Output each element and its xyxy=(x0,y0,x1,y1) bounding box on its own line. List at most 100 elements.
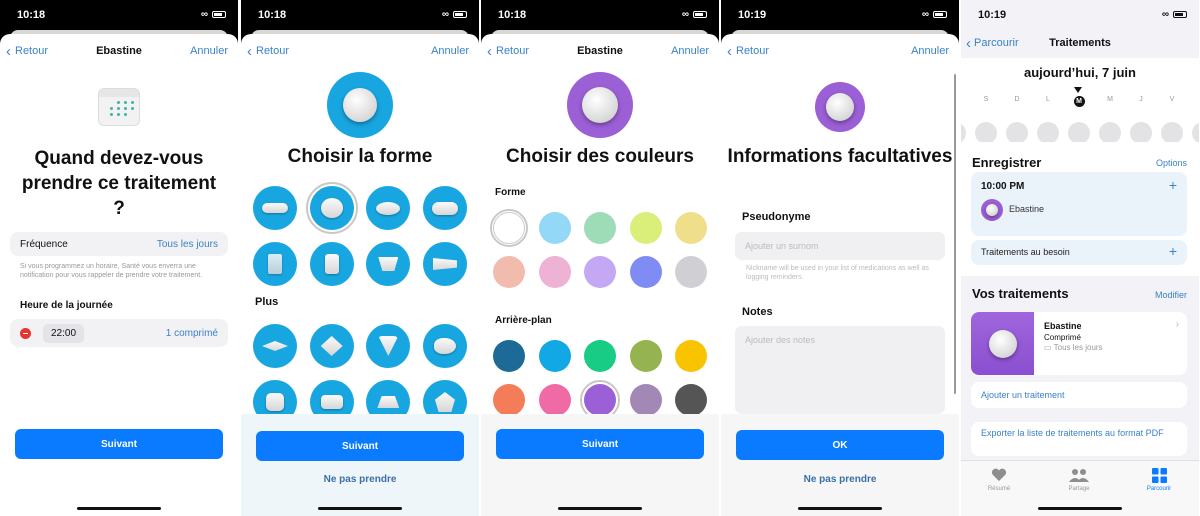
shape-color-swatch[interactable] xyxy=(584,256,616,288)
shape-bottle[interactable] xyxy=(309,242,354,286)
edit-link[interactable]: Modifier xyxy=(1155,290,1187,300)
background-color-swatch[interactable] xyxy=(493,384,525,416)
shape-diamond-flat[interactable] xyxy=(253,324,297,368)
shape-grid-main xyxy=(253,182,467,286)
day-progress-ring[interactable] xyxy=(975,122,997,144)
shape-cup[interactable] xyxy=(366,242,411,286)
shape-triangle[interactable] xyxy=(366,324,411,368)
plus-icon[interactable]: + xyxy=(1169,243,1177,259)
back-button[interactable]: ‹ Retour xyxy=(727,44,769,59)
shape-color-swatch[interactable] xyxy=(675,256,707,288)
shape-oblong[interactable] xyxy=(422,186,467,230)
background-color-swatch[interactable] xyxy=(675,340,707,372)
ok-button[interactable]: OK xyxy=(736,430,944,460)
tab-browse[interactable]: Parcourir xyxy=(1129,467,1189,492)
battery-icon xyxy=(933,11,947,18)
status-time: 10:19 xyxy=(738,9,767,21)
home-indicator xyxy=(1038,507,1122,510)
shape-color-swatch[interactable] xyxy=(675,212,707,244)
next-button[interactable]: Suivant xyxy=(496,429,704,459)
shape-tube[interactable] xyxy=(422,242,467,286)
calendar-icon: ▭ xyxy=(1044,343,1054,352)
battery-icon xyxy=(693,11,707,18)
skip-button[interactable]: Ne pas prendre xyxy=(721,474,959,485)
cancel-button[interactable]: Annuler xyxy=(190,45,228,57)
medication-card[interactable]: Ebastine Comprimé ▭ Tous les jours › xyxy=(971,312,1187,375)
log-title: Enregistrer xyxy=(972,155,1042,170)
shape-color-swatch[interactable] xyxy=(493,256,525,288)
status-time: 10:18 xyxy=(258,9,287,21)
day-progress-ring[interactable] xyxy=(961,122,966,144)
day-progress-ring[interactable] xyxy=(1068,122,1090,144)
back-button[interactable]: ‹ Retour xyxy=(247,44,289,59)
day-progress-ring[interactable] xyxy=(1161,122,1183,144)
nickname-label: Pseudonyme xyxy=(742,211,811,223)
add-medication-button[interactable]: Ajouter un traitement xyxy=(971,382,1187,408)
cancel-button[interactable]: Annuler xyxy=(431,45,469,57)
dose-time[interactable]: 22:00 xyxy=(43,323,85,343)
home-indicator xyxy=(77,507,161,510)
link-icon: ∞ xyxy=(1161,9,1169,20)
background-color-swatch[interactable] xyxy=(675,384,707,416)
shape-color-swatch[interactable] xyxy=(490,209,528,247)
dose-quantity[interactable]: 1 comprimé xyxy=(166,328,218,339)
scheduled-dose-card[interactable]: 10:00 PM + Ebastine xyxy=(971,172,1187,236)
grid-icon xyxy=(1129,467,1189,483)
shape-color-swatch[interactable] xyxy=(584,212,616,244)
next-button[interactable]: Suivant xyxy=(15,429,223,459)
day-progress-ring[interactable] xyxy=(1099,122,1121,144)
scrollbar[interactable] xyxy=(954,74,956,394)
next-button[interactable]: Suivant xyxy=(256,431,464,461)
your-meds-title: Vos traitements xyxy=(972,286,1069,301)
weekday-label: D xyxy=(1014,96,1020,103)
background-color-swatch[interactable] xyxy=(538,340,571,372)
day-progress-ring[interactable] xyxy=(1130,122,1152,144)
day-progress-ring[interactable] xyxy=(1037,122,1059,144)
shape-color-swatch[interactable] xyxy=(629,212,662,244)
tab-summary[interactable]: Résumé xyxy=(969,467,1029,492)
cancel-button[interactable]: Annuler xyxy=(911,45,949,57)
skip-button[interactable]: Ne pas prendre xyxy=(241,474,479,485)
nickname-input[interactable]: Ajouter un surnom xyxy=(735,232,945,260)
nickname-note: Nickname will be used in your list of me… xyxy=(746,265,929,281)
link-icon: ∞ xyxy=(200,9,208,20)
link-icon: ∞ xyxy=(441,9,449,20)
tab-sharing[interactable]: Partage xyxy=(1049,467,1109,492)
background-color-swatch[interactable] xyxy=(629,384,662,416)
shape-jar[interactable] xyxy=(253,242,297,286)
shape-color-grid xyxy=(490,209,707,288)
background-color-label: Arrière-plan xyxy=(495,315,552,326)
shape-round[interactable] xyxy=(305,182,358,234)
shape-oval[interactable] xyxy=(366,186,411,230)
frequency-row[interactable]: Fréquence Tous les jours xyxy=(10,232,228,256)
weekday-label: J xyxy=(1139,96,1143,103)
options-link[interactable]: Options xyxy=(1156,158,1187,168)
nav-bar: ‹ Retour Ebastine Annuler xyxy=(481,34,719,70)
as-needed-row[interactable]: Traitements au besoin + xyxy=(971,240,1187,265)
screen-schedule: 10:18 ∞ ‹ Retour Ebastine Annuler Quand d… xyxy=(0,0,238,516)
battery-icon xyxy=(453,11,467,18)
notes-input[interactable]: Ajouter des notes xyxy=(735,326,945,414)
plus-icon[interactable]: + xyxy=(1169,177,1177,193)
background-color-swatch[interactable] xyxy=(493,340,525,372)
shape-color-swatch[interactable] xyxy=(629,256,662,288)
shape-capsule[interactable] xyxy=(253,186,297,230)
status-bar: 10:18 ∞ xyxy=(241,0,479,30)
weekday-label: V xyxy=(1169,96,1175,103)
pill-preview xyxy=(567,72,633,138)
background-color-swatch[interactable] xyxy=(629,340,662,372)
export-pdf-button[interactable]: Exporter la liste de traitements au form… xyxy=(971,422,1187,456)
remove-dose-icon[interactable] xyxy=(20,327,31,339)
page-title: Informations facultatives xyxy=(727,146,953,167)
background-color-swatch[interactable] xyxy=(580,380,620,420)
shape-egg[interactable] xyxy=(422,324,467,368)
day-progress-ring[interactable] xyxy=(1192,122,1199,144)
shape-color-swatch[interactable] xyxy=(538,212,571,244)
background-color-swatch[interactable] xyxy=(584,340,616,372)
shape-color-swatch[interactable] xyxy=(538,256,571,288)
background-color-swatch[interactable] xyxy=(538,384,571,416)
cancel-button[interactable]: Annuler xyxy=(671,45,709,57)
weekday-label: L xyxy=(1046,96,1050,103)
shape-diamond[interactable] xyxy=(309,324,354,368)
day-progress-ring[interactable] xyxy=(1006,122,1028,144)
